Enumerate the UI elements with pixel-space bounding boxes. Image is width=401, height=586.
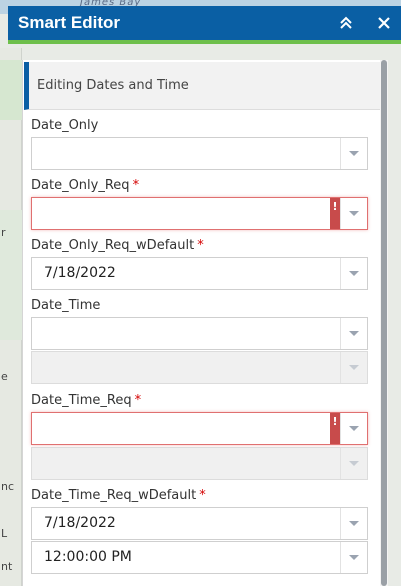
field-label-text: Date_Time_Req <box>31 393 132 408</box>
chevron-down-icon[interactable] <box>340 413 367 444</box>
field-label-text: Date_Only_Req <box>31 178 130 193</box>
field-label-date-only-req: Date_Only_Req * <box>31 178 139 193</box>
map-edge-label: nc <box>1 480 15 493</box>
date-only-req-wdefault-input[interactable]: 7/18/2022 <box>31 257 368 290</box>
date-time-req-wdefault-time-input[interactable]: 12:00:00 PM <box>31 541 368 574</box>
chevron-down-icon[interactable] <box>340 258 367 289</box>
scrollbar-thumb[interactable] <box>381 60 387 586</box>
date-only-input[interactable] <box>31 137 368 170</box>
date-time-req-time-input <box>31 447 368 480</box>
field-label-date-time: Date_Time <box>31 298 103 313</box>
collapse-icon[interactable] <box>337 13 355 33</box>
chevron-down-icon <box>340 448 367 479</box>
chevron-down-icon[interactable] <box>340 138 367 169</box>
field-label-date-only: Date_Only <box>31 118 101 133</box>
field-label-text: Date_Time <box>31 298 101 313</box>
date-time-req-date-input[interactable]: ! <box>31 412 368 445</box>
field-label-date-time-req: Date_Time_Req * <box>31 393 141 408</box>
date-time-time-input <box>31 351 368 384</box>
widget-title: Smart Editor <box>18 13 121 32</box>
field-value: 7/18/2022 <box>44 515 116 531</box>
close-icon[interactable] <box>375 13 393 33</box>
date-time-req-wdefault-date-input[interactable]: 7/18/2022 <box>31 507 368 540</box>
chevron-down-icon[interactable] <box>340 542 367 573</box>
map-edge-label: r <box>1 226 6 239</box>
date-time-date-input[interactable] <box>31 317 368 350</box>
field-label-text: Date_Time_Req_wDefault <box>31 488 197 503</box>
field-label-date-only-req-wdefault: Date_Only_Req_wDefault * <box>31 238 204 253</box>
date-only-req-input[interactable]: ! <box>31 197 368 230</box>
required-marker: * <box>199 488 206 503</box>
field-label-text: Date_Only <box>31 118 99 133</box>
required-marker: * <box>134 393 142 408</box>
required-marker: * <box>197 238 204 253</box>
field-label-date-time-req-wdefault: Date_Time_Req_wDefault * <box>31 488 206 503</box>
error-icon: ! <box>330 198 340 229</box>
chevron-down-icon[interactable] <box>340 318 367 349</box>
scrollbar[interactable] <box>380 60 388 586</box>
error-icon: ! <box>330 413 340 444</box>
widget-header: Smart Editor <box>8 6 401 44</box>
header-icons <box>337 13 393 33</box>
map-land <box>0 60 22 120</box>
chevron-down-icon <box>340 352 367 383</box>
required-marker: * <box>132 178 140 193</box>
map-edge-label: e <box>1 370 8 383</box>
map-edge-label: L <box>1 527 8 540</box>
chevron-down-icon[interactable] <box>340 198 367 229</box>
chevron-down-icon[interactable] <box>340 508 367 539</box>
field-value: 7/18/2022 <box>44 265 116 281</box>
section-title: Editing Dates and Time <box>37 78 189 93</box>
map-edge-label: nt <box>1 560 13 573</box>
section-header[interactable]: Editing Dates and Time <box>24 62 380 110</box>
field-label-text: Date_Only_Req_wDefault <box>31 238 195 253</box>
field-value: 12:00:00 PM <box>44 549 132 565</box>
